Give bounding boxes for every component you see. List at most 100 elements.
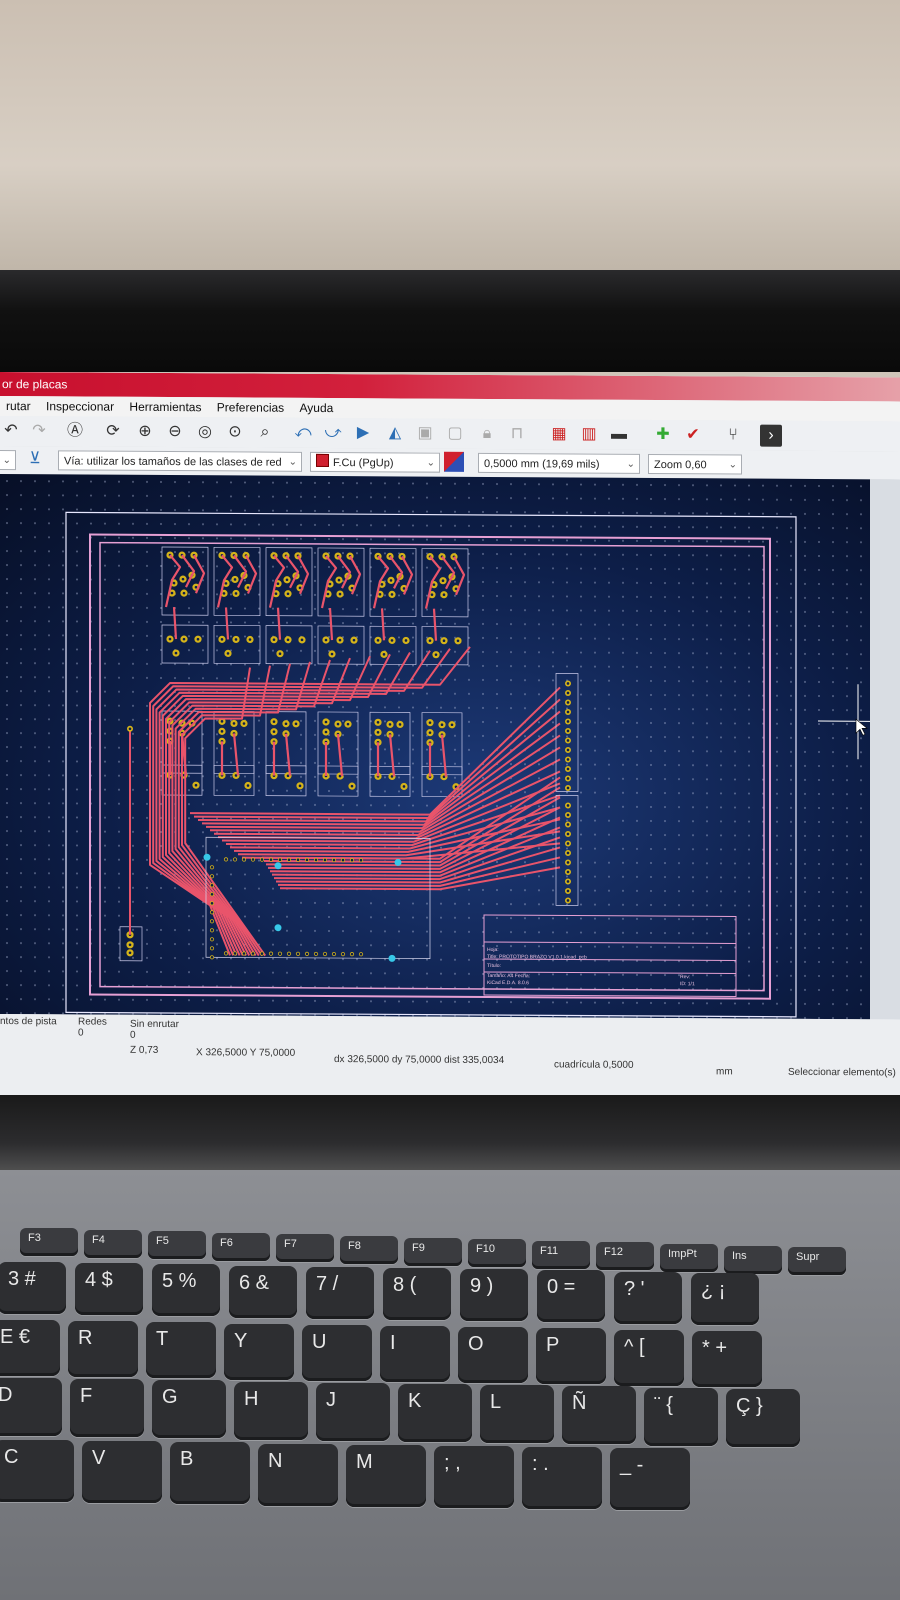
footprint-lib-icon[interactable]: ▥ bbox=[578, 424, 600, 446]
drill-hole bbox=[234, 638, 238, 641]
redo-icon[interactable]: ↷ bbox=[28, 420, 50, 442]
trace bbox=[388, 734, 396, 777]
menu-route[interactable]: rutar bbox=[0, 396, 37, 413]
grid-dropdown[interactable]: 0,5000 mm (19,69 mils) ⌄ bbox=[478, 452, 640, 474]
zoom-dropdown[interactable]: Zoom 0,60 ⌄ bbox=[648, 453, 742, 475]
key-num-8[interactable]: ? ' bbox=[614, 1271, 682, 1324]
menu-inspect[interactable]: Inspeccionar bbox=[40, 396, 120, 413]
key-num-7[interactable]: 0 = bbox=[537, 1270, 605, 1323]
unlock-icon[interactable]: ⊓ bbox=[506, 423, 528, 445]
rotate-cw-icon[interactable]: ⤻ bbox=[322, 422, 344, 444]
drc-check-icon[interactable]: ✔ bbox=[682, 424, 704, 446]
mirror-icon[interactable]: ◭ bbox=[384, 422, 406, 444]
menu-help[interactable]: Ayuda bbox=[294, 398, 340, 415]
key-fn-1[interactable]: F4 bbox=[84, 1229, 142, 1258]
key-bottom-7[interactable]: _ - bbox=[610, 1448, 690, 1511]
key-top-5[interactable]: I bbox=[380, 1326, 450, 1382]
via-icon[interactable]: ⊻ bbox=[24, 448, 46, 470]
key-num-4[interactable]: 7 / bbox=[306, 1266, 374, 1319]
pcb-canvas[interactable]: Hoja: Title: PROTOTIPO BRAZO V1.0.1.kica… bbox=[0, 474, 870, 1020]
key-num-6[interactable]: 9 ) bbox=[460, 1269, 528, 1322]
drc-icon[interactable]: ✚ bbox=[652, 424, 674, 446]
key-bottom-2[interactable]: B bbox=[170, 1442, 250, 1505]
board-setup-icon[interactable]: ▬ bbox=[608, 424, 630, 446]
key-fn-7[interactable]: F10 bbox=[468, 1239, 526, 1268]
menu-tools[interactable]: Herramientas bbox=[123, 397, 207, 415]
flip-icon[interactable]: ▶ bbox=[352, 422, 374, 444]
key-bottom-0[interactable]: C bbox=[0, 1440, 74, 1502]
key-top-1[interactable]: R bbox=[68, 1321, 138, 1378]
key-top-8[interactable]: ^ [ bbox=[614, 1329, 684, 1386]
key-home-6[interactable]: L bbox=[480, 1385, 554, 1444]
key-bottom-1[interactable]: V bbox=[82, 1441, 162, 1504]
key-top-2[interactable]: T bbox=[146, 1322, 216, 1379]
key-num-9[interactable]: ¿ ¡ bbox=[691, 1272, 759, 1325]
key-home-1[interactable]: F bbox=[70, 1379, 144, 1438]
key-fn-5[interactable]: F8 bbox=[340, 1236, 398, 1264]
key-num-1[interactable]: 4 $ bbox=[75, 1263, 143, 1316]
status-bar: ntos de pista Redes 0 Sin enrutar 0 Z 0,… bbox=[0, 1014, 900, 1108]
refresh-icon[interactable]: ⟳ bbox=[102, 421, 124, 443]
search-text-icon[interactable]: Ⓐ bbox=[64, 420, 86, 442]
terminal-icon[interactable]: › bbox=[760, 424, 782, 447]
title-block-rule bbox=[484, 941, 736, 944]
group-icon[interactable]: ▣ bbox=[414, 423, 436, 445]
key-home-8[interactable]: ¨ { bbox=[644, 1387, 718, 1446]
key-top-3[interactable]: Y bbox=[224, 1323, 294, 1380]
keyboard-deck: F3 F4 F5 F6 F7 F8 F9 F10 F11 F12 ImpPt Ins Supr 3 #4 … bbox=[0, 1170, 900, 1600]
zoom-out-icon[interactable]: ⊖ bbox=[164, 421, 186, 443]
key-top-7[interactable]: P bbox=[536, 1328, 606, 1385]
key-fn-0[interactable]: F3 bbox=[20, 1228, 78, 1256]
key-fn-11[interactable]: Ins bbox=[724, 1245, 782, 1274]
zoom-select-icon[interactable]: ⌕ bbox=[254, 422, 276, 444]
title-line-0: Hoja: bbox=[487, 947, 499, 953]
key-num-0[interactable]: 3 # bbox=[0, 1262, 66, 1314]
lock-icon[interactable]: 🔒︎ bbox=[476, 423, 498, 445]
drill-hole bbox=[388, 723, 392, 726]
key-fn-8[interactable]: F11 bbox=[532, 1240, 590, 1269]
key-fn-4[interactable]: F7 bbox=[276, 1234, 334, 1263]
key-top-9[interactable]: * + bbox=[692, 1330, 762, 1387]
key-bottom-6[interactable]: : . bbox=[522, 1447, 602, 1510]
key-fn-6[interactable]: F9 bbox=[404, 1237, 462, 1266]
key-top-0[interactable]: E € bbox=[0, 1320, 60, 1376]
key-bottom-5[interactable]: ; , bbox=[434, 1446, 514, 1508]
key-home-3[interactable]: H bbox=[234, 1381, 308, 1440]
key-fn-2[interactable]: F5 bbox=[148, 1231, 206, 1260]
undo-icon[interactable]: ↶ bbox=[0, 420, 22, 442]
key-bottom-3[interactable]: N bbox=[258, 1443, 338, 1506]
drill-hole bbox=[224, 858, 228, 861]
layer-pair-icon[interactable] bbox=[444, 451, 464, 472]
netlist-icon[interactable]: ▦ bbox=[548, 423, 570, 445]
menu-preferences[interactable]: Preferencias bbox=[211, 397, 290, 414]
drill-hole bbox=[566, 748, 570, 752]
layer-dropdown[interactable]: F.Cu (PgUp) ⌄ bbox=[310, 451, 440, 473]
key-home-5[interactable]: K bbox=[398, 1384, 472, 1442]
key-home-4[interactable]: J bbox=[316, 1382, 390, 1441]
key-top-6[interactable]: O bbox=[458, 1327, 528, 1384]
scripting-icon[interactable]: ⑂ bbox=[722, 424, 744, 446]
zoom-in-icon[interactable]: ⊕ bbox=[134, 421, 156, 443]
drill-hole bbox=[376, 639, 380, 642]
key-fn-12[interactable]: Supr bbox=[788, 1247, 846, 1276]
key-num-2[interactable]: 5 % bbox=[152, 1264, 220, 1317]
key-fn-9[interactable]: F12 bbox=[596, 1242, 654, 1271]
ungroup-icon[interactable]: ▢ bbox=[444, 423, 466, 445]
key-fn-3[interactable]: F6 bbox=[212, 1232, 270, 1261]
key-home-0[interactable]: D bbox=[0, 1378, 62, 1436]
key-home-9[interactable]: Ç } bbox=[726, 1388, 800, 1447]
key-num-5[interactable]: 8 ( bbox=[383, 1268, 451, 1320]
key-home-2[interactable]: G bbox=[152, 1380, 226, 1439]
drill-hole bbox=[269, 858, 273, 861]
drill-hole bbox=[434, 653, 438, 656]
key-num-3[interactable]: 6 & bbox=[229, 1265, 297, 1318]
key-top-4[interactable]: U bbox=[302, 1324, 372, 1381]
key-home-7[interactable]: Ñ bbox=[562, 1386, 636, 1445]
key-bottom-4[interactable]: M bbox=[346, 1444, 426, 1507]
rotate-ccw-icon[interactable]: ⤺ bbox=[292, 422, 314, 444]
via-size-dropdown[interactable]: Vía: utilizar los tamaños de las clases … bbox=[58, 450, 302, 472]
zoom-objects-icon[interactable]: ⊙ bbox=[224, 421, 246, 443]
key-fn-10[interactable]: ImpPt bbox=[660, 1244, 718, 1272]
zoom-fit-icon[interactable]: ◎ bbox=[194, 421, 216, 443]
track-width-dropdown[interactable]: ⌄ bbox=[0, 449, 16, 471]
